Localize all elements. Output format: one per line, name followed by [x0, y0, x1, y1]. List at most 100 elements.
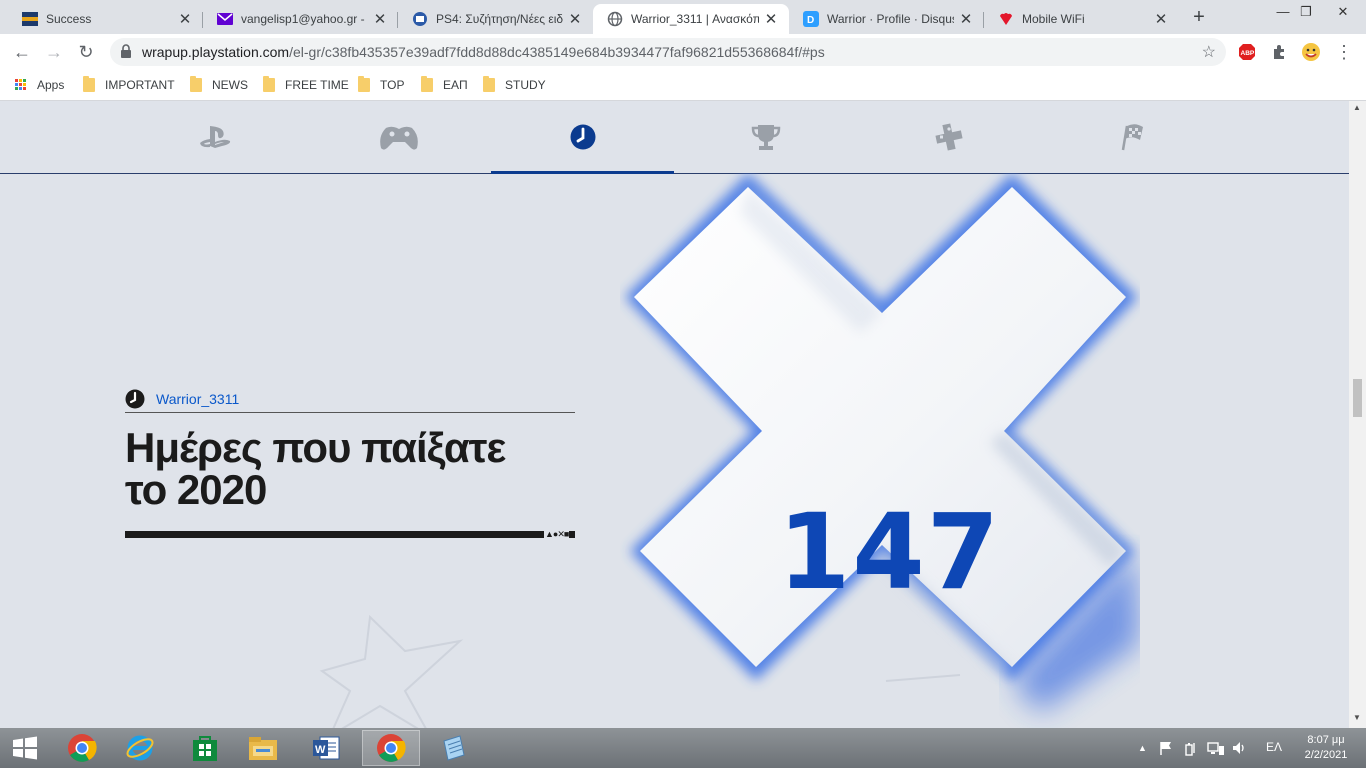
scroll-thumb[interactable] [1353, 379, 1362, 417]
taskbar-internet-explorer[interactable] [111, 730, 169, 766]
windows-taskbar: W ▲ ΕΛ 8:07 μμ 2/2/2021 [0, 728, 1366, 768]
tab-success[interactable]: Success ✕ [8, 4, 203, 34]
nav-trophies[interactable] [674, 101, 857, 173]
tab-mobile-wifi[interactable]: Mobile WiFi ✕ [984, 4, 1179, 34]
extensions-icon[interactable] [1269, 42, 1289, 62]
svg-text:W: W [315, 744, 326, 756]
chrome-icon [377, 734, 406, 762]
address-bar[interactable]: wrapup.playstation.com/el-gr/c38fb435357… [110, 38, 1226, 66]
close-window-button[interactable]: ✕ [1320, 0, 1366, 30]
power-icon[interactable] [1183, 740, 1199, 759]
bookmark-label: TOP [380, 78, 405, 92]
show-hidden-icons-arrow[interactable]: ▲ [1138, 743, 1147, 753]
folder-icon [190, 76, 202, 92]
start-button[interactable] [0, 730, 50, 766]
playstation-icon [199, 126, 230, 148]
apps-grid-icon [15, 79, 27, 91]
bookmarks-bar: Apps IMPORTANT NEWS FREE TIME TOP ΕΑΠ ST… [0, 70, 1366, 101]
url-path: /el-gr/c38fb435357e39adf7fdd8d88dc438514… [289, 44, 825, 60]
controller-icon [379, 126, 418, 150]
bookmark-folder-study[interactable]: STUDY [483, 76, 546, 94]
bookmark-label: NEWS [212, 78, 248, 92]
nav-finish[interactable] [1040, 101, 1223, 173]
action-center-flag-icon[interactable] [1158, 740, 1174, 759]
taskbar-notepad[interactable] [424, 730, 482, 766]
back-icon[interactable]: ← [10, 40, 34, 64]
new-tab-button[interactable]: + [1188, 7, 1210, 29]
globe-favicon [607, 11, 623, 27]
nav-games[interactable] [307, 101, 490, 173]
windows-logo-icon [13, 736, 37, 760]
taskbar-chrome-active[interactable] [362, 730, 420, 766]
close-tab-icon[interactable]: ✕ [763, 10, 779, 28]
close-tab-icon[interactable]: ✕ [567, 10, 583, 28]
bookmark-folder-top[interactable]: TOP [358, 76, 404, 94]
reload-icon[interactable]: ↻ [74, 40, 98, 64]
language-indicator[interactable]: ΕΛ [1266, 740, 1282, 754]
tab-title: PS4: Συζήτηση/Νέες ειδή [436, 12, 563, 26]
folder-icon [263, 76, 275, 92]
lock-icon [121, 44, 131, 58]
huawei-favicon [998, 11, 1014, 27]
url-host: wrapup.playstation.com [142, 44, 290, 60]
volume-icon[interactable] [1231, 740, 1247, 759]
menu-icon[interactable]: ⋮ [1334, 42, 1354, 62]
scroll-down-arrow[interactable]: ▼ [1353, 713, 1361, 722]
wrapup-page: 147 Warrior_3311 Ημέρες που παίξατε το 2… [0, 101, 1349, 728]
tab-title: Success [46, 12, 92, 26]
close-tab-icon[interactable]: ✕ [372, 10, 388, 28]
tab-wrapup[interactable]: Warrior_3311 | Ανασκόπ ✕ [593, 4, 789, 34]
close-tab-icon[interactable]: ✕ [1153, 10, 1169, 28]
bookmark-folder-free-time[interactable]: FREE TIME [263, 76, 349, 94]
folder-icon [421, 76, 433, 92]
clock-date: 2/2/2021 [1304, 749, 1348, 761]
internet-explorer-icon [126, 735, 154, 761]
page-scrollbar[interactable]: ▲ ▼ [1349, 101, 1366, 728]
taskbar-chrome[interactable] [53, 730, 111, 766]
word-icon: W [313, 736, 340, 760]
scroll-up-arrow[interactable]: ▲ [1353, 103, 1361, 112]
folder-icon [358, 76, 370, 92]
days-played-number: 147 [778, 491, 1002, 613]
username-link[interactable]: Warrior_3311 [156, 391, 239, 407]
url-text: wrapup.playstation.com/el-gr/c38fb435357… [142, 44, 825, 60]
headline-line-1: Ημέρες που παίξατε [125, 424, 506, 471]
bookmark-apps[interactable]: Apps [15, 76, 64, 94]
close-tab-icon[interactable]: ✕ [177, 10, 193, 28]
tab-forum[interactable]: PS4: Συζήτηση/Νέες ειδή ✕ [398, 4, 593, 34]
headline-line-2: το 2020 [125, 466, 267, 513]
folder-icon [83, 76, 95, 92]
page-title: Ημέρες που παίξατε το 2020 [125, 427, 585, 511]
nav-playstyle[interactable] [857, 101, 1040, 173]
clock-icon [125, 389, 145, 409]
tab-title: Mobile WiFi [1022, 12, 1085, 26]
bookmark-label: Apps [37, 78, 65, 92]
bookmark-label: FREE TIME [285, 78, 349, 92]
background-cross-decoration [319, 614, 464, 728]
tab-yahoo-mail[interactable]: vangelisp1@yahoo.gr - Y ✕ [203, 4, 398, 34]
taskbar-store[interactable] [176, 730, 234, 766]
close-tab-icon[interactable]: ✕ [958, 10, 974, 28]
bookmark-folder-news[interactable]: NEWS [190, 76, 248, 94]
bookmark-folder-eap[interactable]: ΕΑΠ [421, 76, 468, 94]
bookmark-folder-important[interactable]: IMPORTANT [83, 76, 175, 94]
nav-time-played[interactable] [491, 101, 674, 174]
bookmark-star-icon[interactable]: ☆ [1202, 42, 1216, 62]
wrapup-nav [0, 101, 1349, 174]
adblock-icon[interactable]: ABP [1237, 42, 1257, 62]
taskbar-word[interactable]: W [297, 730, 355, 766]
forum-favicon [412, 11, 428, 27]
nav-playstation[interactable] [124, 101, 307, 173]
bookmark-label: IMPORTANT [105, 78, 175, 92]
disqus-favicon: D [803, 11, 819, 27]
clock-time: 8:07 μμ [1307, 734, 1345, 746]
forward-icon[interactable]: → [42, 40, 66, 64]
taskbar-file-explorer[interactable] [234, 730, 292, 766]
system-clock[interactable]: 8:07 μμ 2/2/2021 [1296, 733, 1356, 763]
profile-avatar[interactable] [1301, 42, 1321, 62]
tab-title: Warrior_3311 | Ανασκόπ [631, 12, 759, 26]
tab-disqus[interactable]: D Warrior · Profile · Disqus ✕ [789, 4, 984, 34]
network-icon[interactable] [1207, 740, 1225, 759]
browser-toolbar: ← → ↻ wrapup.playstation.com/el-gr/c38fb… [0, 34, 1366, 70]
cross-graphic [625, 173, 1140, 713]
